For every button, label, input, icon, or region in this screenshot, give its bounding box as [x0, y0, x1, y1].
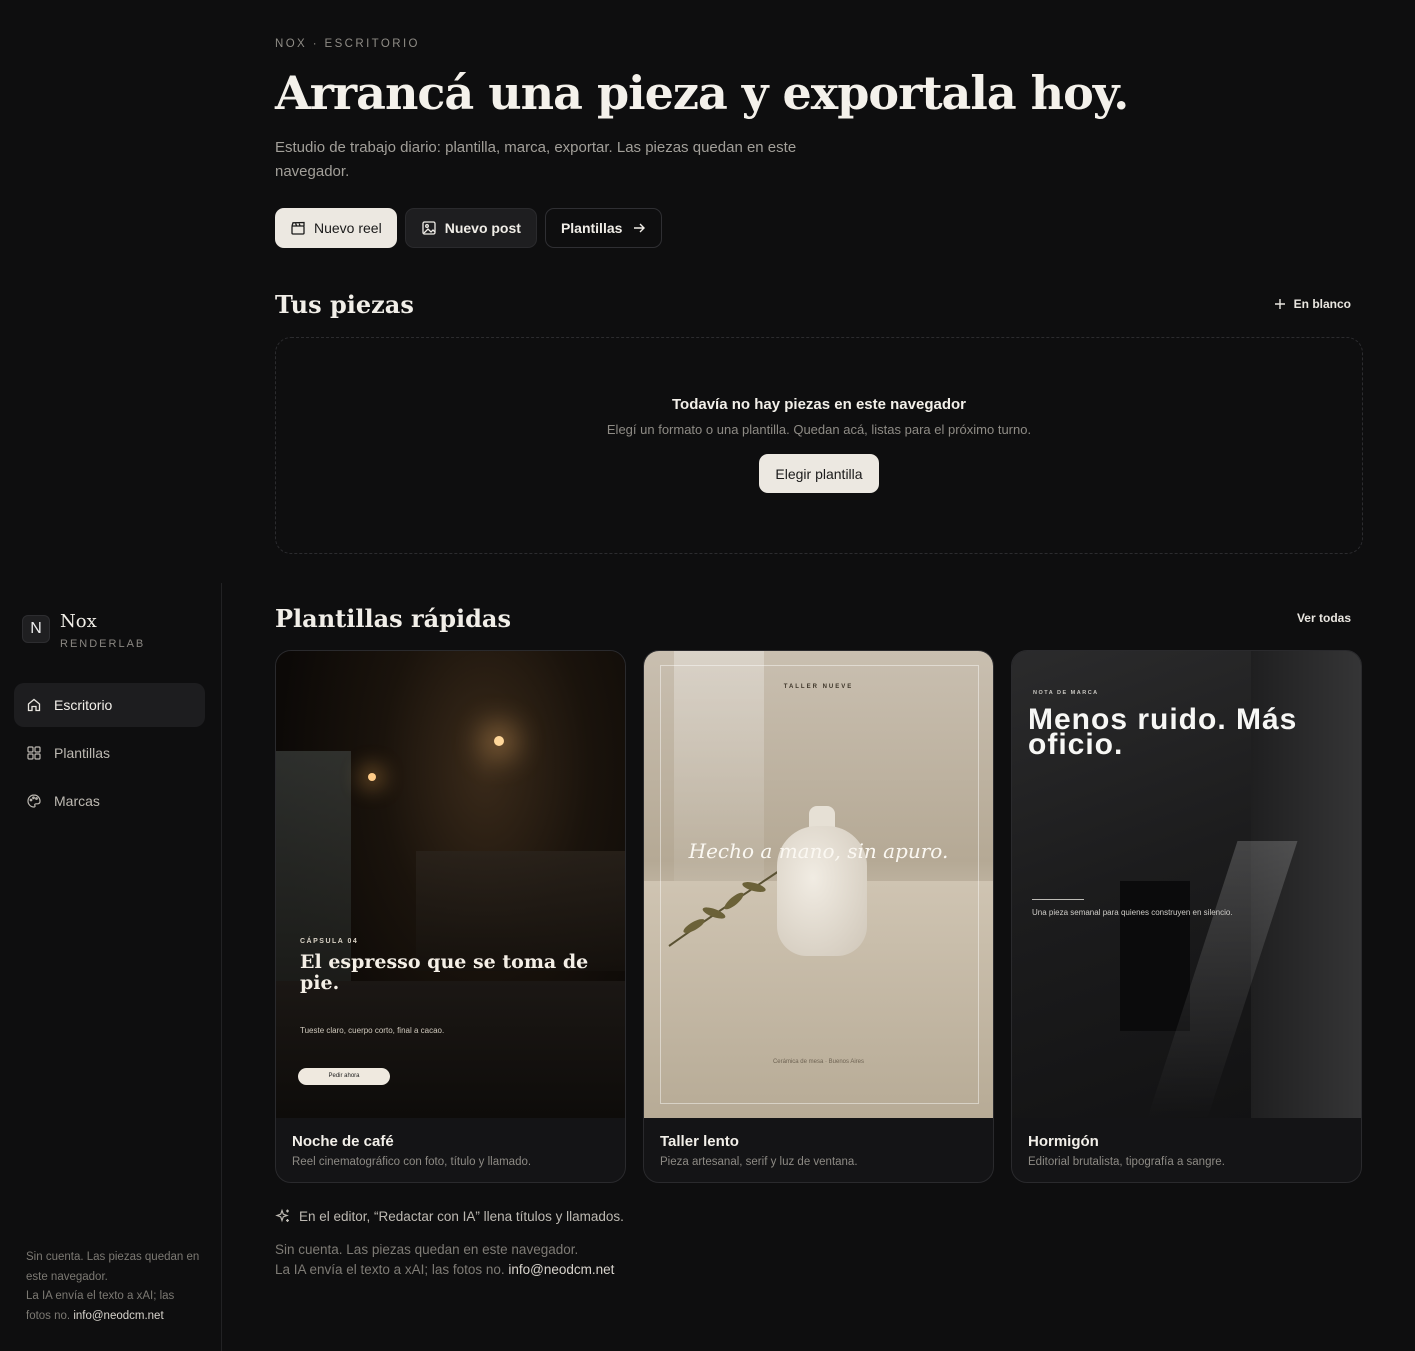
empty-state-title: Todavía no hay piezas en este navegador	[672, 396, 966, 413]
brand[interactable]: N Nox RENDERLAB	[22, 613, 145, 650]
preview-kicker: TALLER NUEVE	[783, 684, 854, 690]
lamp-light	[368, 773, 376, 781]
blank-piece-button[interactable]: En blanco	[1274, 297, 1351, 311]
choose-template-button[interactable]: Elegir plantilla	[759, 454, 879, 493]
empty-state-subtitle: Elegí un formato o una plantilla. Quedan…	[606, 422, 1032, 437]
footer-line1: Sin cuenta. Las piezas quedan en este na…	[275, 1242, 579, 1257]
preview-doorway	[1120, 881, 1190, 1031]
card-meta: Noche de café Reel cinematográfico con f…	[292, 1133, 531, 1168]
card-description: Reel cinematográfico con foto, título y …	[292, 1156, 532, 1168]
card-title: Hormigón	[1028, 1133, 1099, 1150]
sparkles-icon	[275, 1208, 291, 1224]
templates-button[interactable]: Plantillas	[544, 208, 663, 248]
preview-body: Una pieza semanal para quienes construye…	[1032, 908, 1233, 917]
hero-subtitle: Estudio de trabajo diario: plantilla, ma…	[275, 139, 797, 180]
template-preview: CÁPSULA 04 El espresso que se toma de pi…	[276, 651, 625, 1118]
sidebar-item-label: Plantillas	[54, 745, 111, 761]
grid-icon	[26, 745, 42, 761]
ai-hint: En el editor, “Redactar con IA” llena tí…	[275, 1208, 624, 1224]
card-title: Noche de café	[292, 1133, 394, 1150]
preview-kicker: CÁPSULA 04	[300, 938, 359, 945]
sidebar-nav: Escritorio Plantillas Marcas	[14, 683, 205, 827]
template-card-noche-de-cafe[interactable]: CÁPSULA 04 El espresso que se toma de pi…	[275, 650, 626, 1183]
image-icon	[421, 220, 437, 236]
palette-icon	[26, 793, 42, 809]
brand-initial: N	[30, 620, 42, 637]
sidebar: N Nox RENDERLAB Escritorio Plantillas Ma…	[0, 583, 222, 1351]
main-footer: Sin cuenta. Las piezas quedan en este na…	[275, 1240, 614, 1280]
plus-icon	[1274, 298, 1286, 310]
blank-piece-label: En blanco	[1293, 297, 1351, 311]
footer-email[interactable]: info@neodcm.net	[508, 1262, 614, 1277]
brand-name: Nox	[60, 611, 97, 632]
empty-pieces-state: Todavía no hay piezas en este navegador …	[275, 337, 1363, 554]
sidebar-footer: Sin cuenta. Las piezas quedan en este na…	[26, 1248, 201, 1326]
template-cards: CÁPSULA 04 El espresso que se toma de pi…	[275, 650, 1362, 1183]
new-post-button[interactable]: Nuevo post	[404, 208, 537, 248]
card-meta: Taller lento Pieza artesanal, serif y lu…	[660, 1133, 858, 1168]
preview-rule	[1032, 899, 1084, 900]
lamp-light	[494, 736, 504, 746]
new-reel-button[interactable]: Nuevo reel	[275, 208, 397, 248]
sidebar-item-escritorio[interactable]: Escritorio	[14, 683, 205, 727]
preview-kicker: NOTA DE MARCA	[1033, 690, 1099, 696]
ai-hint-text: En el editor, “Redactar con IA” llena tí…	[299, 1208, 624, 1224]
card-description: Editorial brutalista, tipografía a sangr…	[1028, 1156, 1225, 1168]
quick-templates-title: Plantillas rápidas	[275, 604, 511, 633]
pieces-section-title: Tus piezas	[275, 290, 414, 319]
home-icon	[26, 697, 42, 713]
template-card-hormigon[interactable]: NOTA DE MARCA Menos ruido. Más oficio. U…	[1011, 650, 1362, 1183]
sidebar-item-label: Escritorio	[54, 697, 113, 713]
see-all-link[interactable]: Ver todas	[1297, 611, 1351, 625]
page-title: Arrancá una pieza y exportala hoy.	[275, 66, 1129, 120]
template-preview: TALLER NUEVE Hecho a mano, sin apuro. Ce…	[644, 651, 993, 1118]
preview-footer: Cerámica de mesa · Buenos Aires	[772, 1059, 865, 1065]
new-post-label: Nuevo post	[444, 220, 521, 236]
hero-actions: Nuevo reel Nuevo post Plantillas	[275, 208, 663, 248]
preview-cta: Pedir ahora	[298, 1068, 390, 1085]
sidebar-footer-line1: Sin cuenta. Las piezas quedan en este na…	[26, 1251, 200, 1283]
card-description: Pieza artesanal, serif y luz de ventana.	[660, 1156, 858, 1168]
sidebar-footer-email[interactable]: info@neodcm.net	[73, 1310, 163, 1322]
templates-label: Plantillas	[560, 220, 623, 236]
arrow-right-icon	[632, 221, 646, 235]
footer-line2: La IA envía el texto a xAI; las fotos no…	[275, 1262, 505, 1277]
sidebar-item-marcas[interactable]: Marcas	[14, 779, 205, 823]
hero-eyebrow: NOX · ESCRITORIO	[275, 38, 420, 50]
preview-body: Tueste claro, cuerpo corto, final a caca…	[300, 1026, 445, 1035]
template-card-taller-lento[interactable]: TALLER NUEVE Hecho a mano, sin apuro. Ce…	[643, 650, 994, 1183]
card-title: Taller lento	[660, 1133, 739, 1150]
brand-logo: N	[22, 615, 50, 643]
clapperboard-icon	[290, 220, 306, 236]
preview-table	[276, 981, 625, 1118]
preview-frame	[660, 665, 979, 1104]
card-meta: Hormigón Editorial brutalista, tipografí…	[1028, 1133, 1225, 1168]
brand-subtitle: RENDERLAB	[60, 638, 146, 650]
preview-headline: Menos ruido. Más oficio.	[1028, 703, 1298, 761]
sidebar-item-plantillas[interactable]: Plantillas	[14, 731, 205, 775]
preview-headline: El espresso que se toma de pie.	[300, 951, 589, 994]
preview-headline: Hecho a mano, sin apuro.	[688, 839, 949, 863]
template-preview: NOTA DE MARCA Menos ruido. Más oficio. U…	[1012, 651, 1361, 1118]
new-reel-label: Nuevo reel	[314, 220, 382, 236]
sidebar-item-label: Marcas	[54, 793, 100, 809]
